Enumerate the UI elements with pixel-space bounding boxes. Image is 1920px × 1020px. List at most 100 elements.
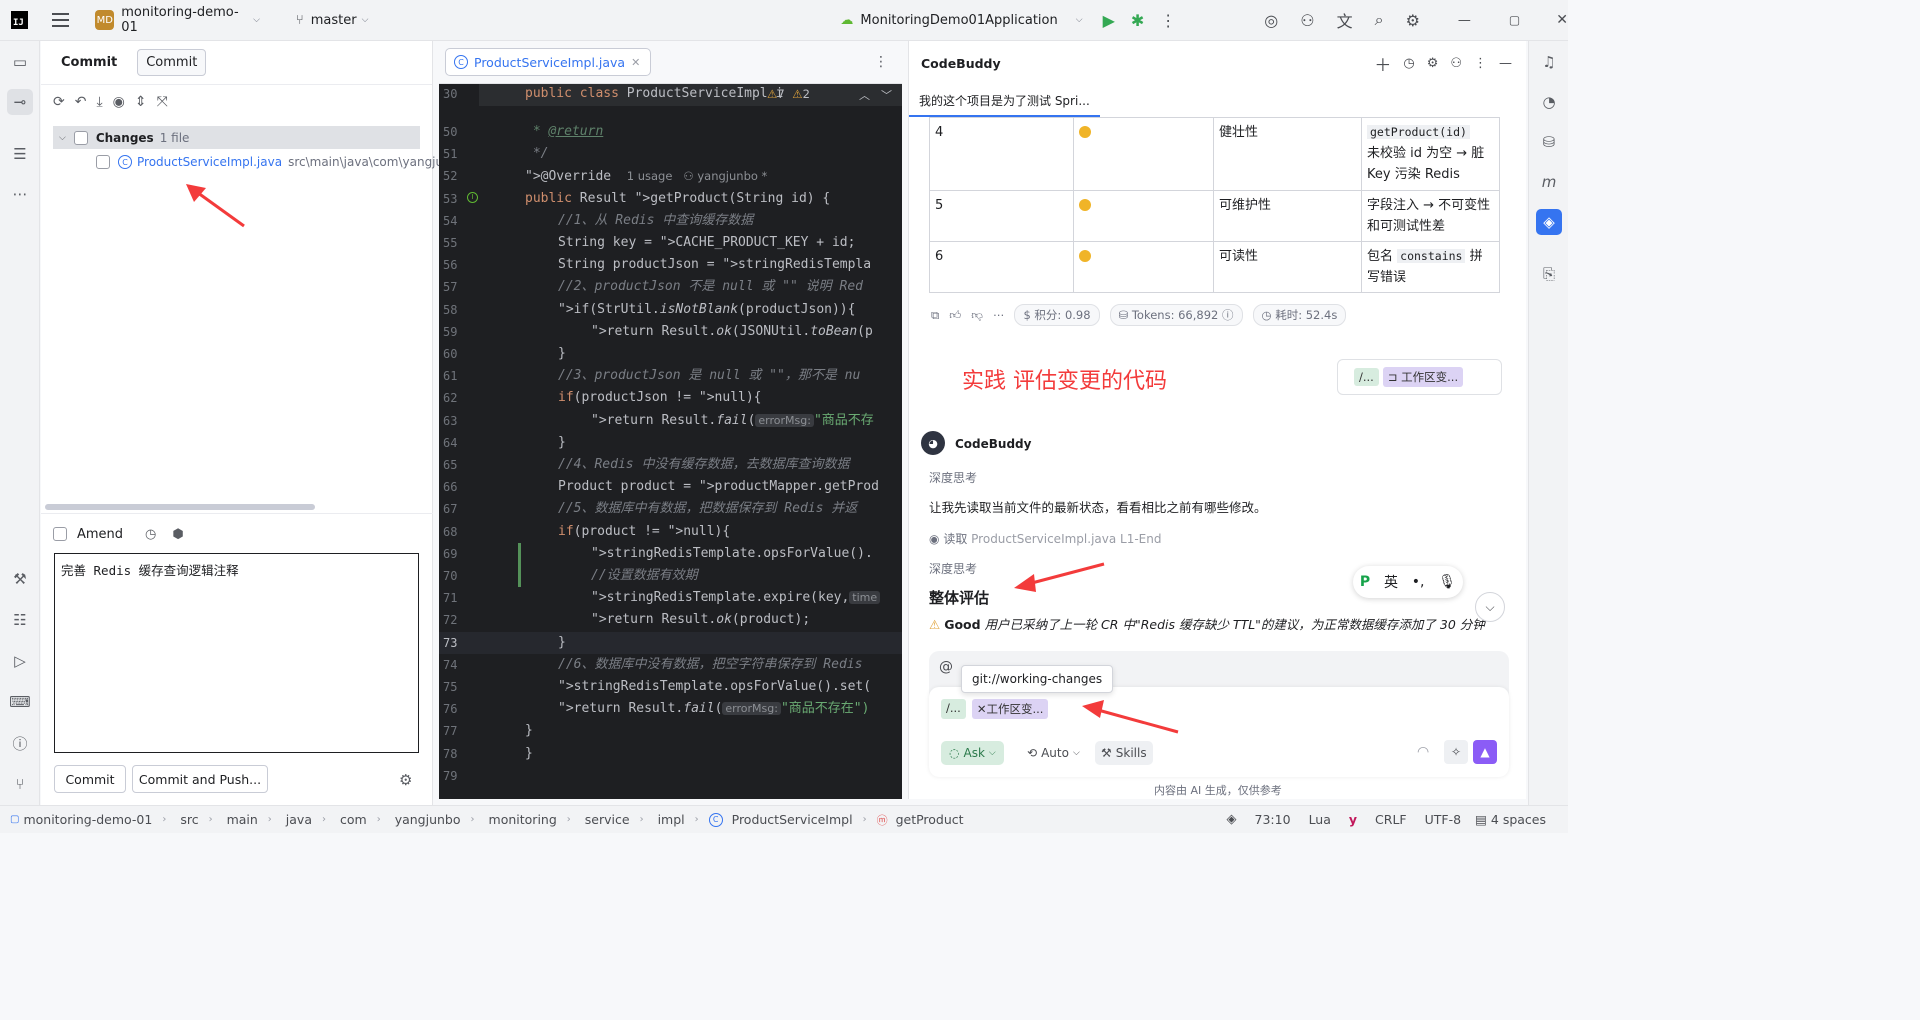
code-line[interactable]: 50 * @return xyxy=(439,121,902,143)
breadcrumb-item[interactable]: main xyxy=(227,812,258,827)
deep-think-label[interactable]: 深度思考 xyxy=(929,560,977,577)
breadcrumb-item[interactable]: java xyxy=(286,812,312,827)
code-line[interactable]: 68 if(product != ">null){ xyxy=(439,521,902,543)
breadcrumb-item[interactable]: com xyxy=(340,812,367,827)
structure-icon[interactable]: ☰ xyxy=(7,141,33,167)
new-chat-plus-icon[interactable]: ＋ xyxy=(1374,51,1391,76)
more-actions-icon[interactable]: ⋮ xyxy=(1474,56,1487,71)
breadcrumb-item[interactable]: impl xyxy=(658,812,685,827)
code-line[interactable]: 54 //1、从 Redis 中查询缓存数据 xyxy=(439,210,902,232)
scroll-down-button[interactable]: ⌵ xyxy=(1475,592,1505,622)
copy-icon[interactable]: ⧉ xyxy=(931,308,939,323)
branch-name[interactable]: master xyxy=(311,13,357,28)
code-line[interactable]: 72 ">return Result.ok(product); xyxy=(439,609,902,631)
context-chip[interactable]: /... xyxy=(941,699,966,719)
changes-checkbox[interactable] xyxy=(73,130,88,145)
context-chip-working-changes[interactable]: ⊐ 工作区变... xyxy=(1382,367,1464,387)
file-language[interactable]: Lua xyxy=(1309,812,1331,827)
chevron-down-icon[interactable]: ⌵ xyxy=(253,15,260,25)
code-line[interactable]: 63 ">return Result.fail(errorMsg: "商品不存 xyxy=(439,410,902,432)
cursor-position[interactable]: 73:10 xyxy=(1255,812,1291,827)
changes-group[interactable]: ⌵ Changes 1 file xyxy=(53,126,420,149)
chevron-down-icon[interactable]: ⌵ xyxy=(59,133,66,143)
code-line[interactable]: 76 ">return Result.fail(errorMsg: "商品不存在") xyxy=(439,698,902,720)
more-actions-icon[interactable]: ⋮ xyxy=(1160,11,1176,30)
code-line[interactable]: 55 String key = ">CACHE_PRODUCT_KEY + id; xyxy=(439,232,902,254)
warning-counter[interactable]: ⚠7 ⚠2 xyxy=(767,87,810,101)
bookmarks-icon[interactable]: ⎘ xyxy=(1536,261,1562,287)
thumbs-down-icon[interactable]: 👎︎ xyxy=(971,308,983,323)
breadcrumb-item[interactable]: service xyxy=(585,812,630,827)
close-icon[interactable]: ✕ xyxy=(1556,12,1568,28)
collapse-all-icon[interactable]: ⤧ xyxy=(157,94,168,110)
code-line[interactable]: 79 xyxy=(439,765,902,787)
horizontal-scrollbar[interactable] xyxy=(45,504,315,510)
run-config-name[interactable]: MonitoringDemo01Application xyxy=(860,13,1057,28)
run-tool-icon[interactable]: ▷ xyxy=(7,648,33,674)
commit-message-input[interactable]: 完善 Redis 缓存查询逻辑注释 xyxy=(54,553,419,753)
commit-and-push-button[interactable]: Commit and Push... xyxy=(132,765,268,793)
ai-chat-icon[interactable]: ◔ xyxy=(1536,89,1562,115)
minimize-icon[interactable]: — xyxy=(1499,56,1512,71)
code-line[interactable]: 59 ">return Result.ok(JSONUtil.toBean(p xyxy=(439,321,902,343)
tab-commit[interactable]: Commit xyxy=(137,49,207,76)
amend-label[interactable]: Amend xyxy=(77,527,123,542)
code-line[interactable]: 66 Product product = ">productMapper.getP… xyxy=(439,476,902,498)
code-line[interactable]: 73} xyxy=(439,631,902,654)
close-tab-icon[interactable]: ✕ xyxy=(631,56,640,69)
code-line[interactable]: 60} xyxy=(439,343,902,365)
search-icon[interactable]: ⌕ xyxy=(1375,10,1384,30)
expand-all-icon[interactable]: ⇕ xyxy=(135,94,147,110)
services-icon[interactable]: ☷ xyxy=(7,607,33,633)
ime-punct-icon[interactable]: •, xyxy=(1412,574,1425,590)
code-line[interactable]: 69 ">stringRedisTemplate.opsForValue(). xyxy=(439,543,902,565)
codebuddy-status-icon[interactable]: ◈ xyxy=(1227,812,1237,827)
problems-icon[interactable]: ⓘ xyxy=(7,730,33,756)
settings-gear-icon[interactable]: ⚙ xyxy=(399,771,412,789)
settings-gear-icon[interactable]: ⚙ xyxy=(1427,56,1439,71)
breadcrumb-item[interactable]: ProductServiceImpl xyxy=(732,812,853,827)
code-line[interactable]: 56 String productJson = ">stringRedisTemp… xyxy=(439,254,902,276)
notifications-bell-icon[interactable]: ♫ xyxy=(1536,49,1562,75)
read-file-row[interactable]: ◉ 读取 ProductServiceImpl.java L1-End xyxy=(929,530,1161,547)
main-menu-icon[interactable] xyxy=(52,13,70,27)
microphone-icon[interactable]: 🎙︎ xyxy=(1438,574,1456,590)
code-line[interactable]: 62 if(productJson != ">null){ xyxy=(439,387,902,409)
ime-lang[interactable]: 英 xyxy=(1384,572,1398,592)
settings-gear-icon[interactable]: ⚙ xyxy=(1406,11,1420,30)
sticky-header[interactable]: 30 public class ProductServiceImpl i ⚠7 … xyxy=(443,84,902,106)
amend-checkbox[interactable] xyxy=(53,527,67,541)
indent-setting[interactable]: 4 spaces xyxy=(1491,812,1546,827)
send-button[interactable]: ▲ xyxy=(1473,740,1497,764)
tab-commit-title[interactable]: Commit xyxy=(53,50,125,75)
project-folder-icon[interactable]: ▭ xyxy=(7,49,33,75)
breadcrumb-item[interactable]: yangjunbo xyxy=(395,812,461,827)
code-line[interactable]: 75 ">stringRedisTemplate.opsForValue().se… xyxy=(439,676,902,698)
mode-select[interactable]: ◌ Ask ⌵ xyxy=(941,741,1004,765)
history-icon[interactable]: ◷ xyxy=(1403,56,1414,71)
ime-toolbar[interactable]: P 英 •, 🎙︎ xyxy=(1353,566,1463,598)
file-checkbox[interactable] xyxy=(96,155,110,169)
run-icon[interactable]: ▶ xyxy=(1103,11,1115,30)
file-encoding[interactable]: UTF-8 xyxy=(1425,812,1461,827)
chevron-down-icon[interactable]: ⌵ xyxy=(1076,15,1083,25)
code-line[interactable]: 74 //6、数据库中没有数据，把空字符串保存到 Redis xyxy=(439,654,902,676)
chat-input[interactable]: /... ✕工作区变... ◌ Ask ⌵ ⟲ Auto ⌵ ⚒ Skills ◠ ✧ ▲ xyxy=(929,687,1509,777)
chevron-down-icon[interactable]: ﹀ xyxy=(881,87,892,103)
terminal-icon[interactable]: ⌨ xyxy=(7,689,33,715)
more-tools-icon[interactable]: ⋯ xyxy=(7,181,33,207)
more-actions-icon[interactable]: ⋮ xyxy=(874,54,888,70)
code-line[interactable]: 64} xyxy=(439,432,902,454)
rollback-icon[interactable]: ↶ xyxy=(75,94,87,110)
mention-at-icon[interactable]: @ xyxy=(939,659,953,675)
enhance-sparkle-icon[interactable]: ✧ xyxy=(1444,740,1468,764)
code-line[interactable]: 51 */ xyxy=(439,143,902,165)
override-gutter-icon[interactable]: I xyxy=(467,191,478,203)
context-chip-working-changes[interactable]: ✕工作区变... xyxy=(971,699,1049,719)
code-line[interactable]: 70 //设置数据有效期 xyxy=(439,565,902,587)
preview-eye-icon[interactable]: ◉ xyxy=(113,94,125,110)
code-line[interactable]: 61 //3、productJson 是 null 或 ""，那不是 nu xyxy=(439,365,902,387)
database-icon[interactable]: ⛁ xyxy=(1536,129,1562,155)
codebuddy-icon[interactable]: ◈ xyxy=(1536,209,1562,235)
update-icon[interactable]: ⤓ xyxy=(96,94,102,110)
